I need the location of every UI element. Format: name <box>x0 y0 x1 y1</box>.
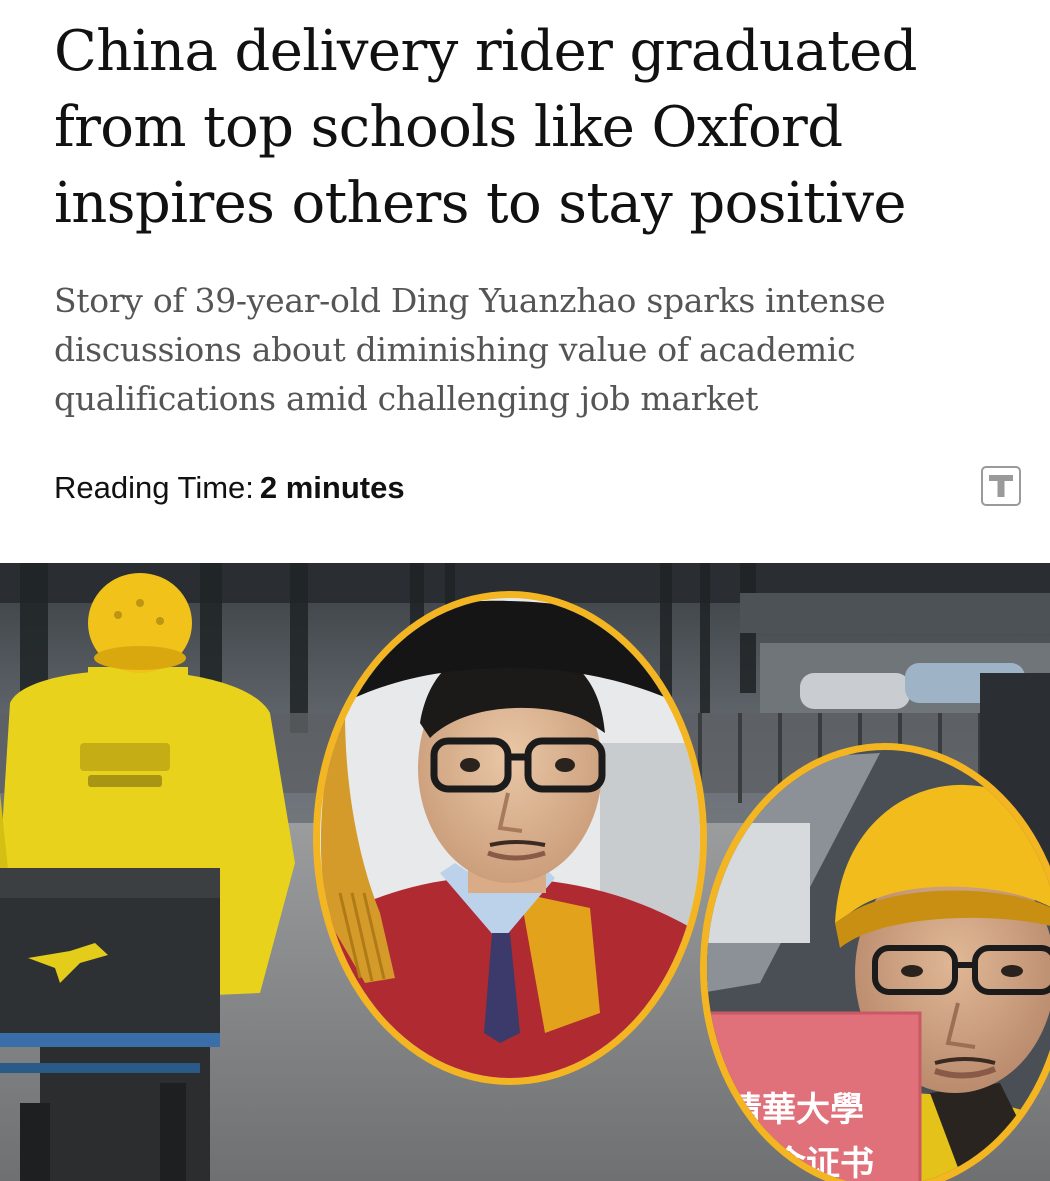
hero-image: 清華大學 学金证书 <box>0 563 1050 1181</box>
article-subheadline: Story of 39-year-old Ding Yuanzhao spark… <box>54 281 886 418</box>
text-size-icon <box>989 475 1013 497</box>
reading-time-value: 2 minutes <box>259 470 405 505</box>
reading-time: Reading Time: 2 minutes <box>54 468 405 508</box>
reading-time-label: Reading Time: <box>54 470 254 505</box>
text-size-button[interactable] <box>981 466 1021 506</box>
article-headline: China delivery rider graduated from top … <box>54 19 918 236</box>
